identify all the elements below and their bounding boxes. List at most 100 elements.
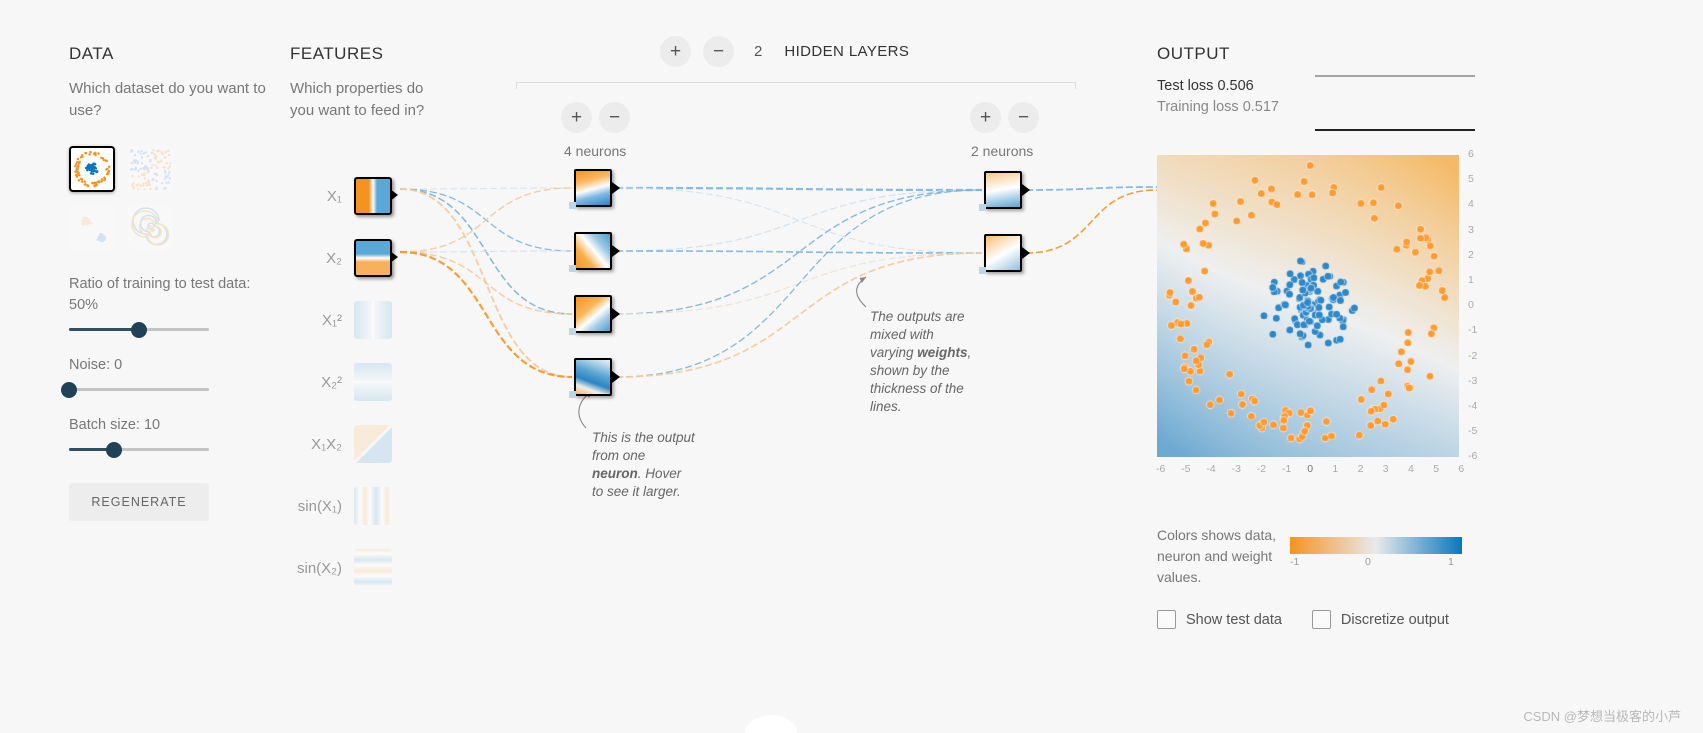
- x-tick-2: 2: [1357, 463, 1364, 475]
- dataset-circle[interactable]: [69, 146, 115, 192]
- y-tick-5: 5: [1468, 173, 1474, 186]
- hidden2-neuron-1[interactable]: [984, 171, 1022, 209]
- feature-thumb-sinx2[interactable]: [354, 549, 392, 587]
- slider-knob-0[interactable]: [131, 321, 147, 338]
- output-column: OUTPUT: [1157, 44, 1230, 64]
- hidden2-neuron-1-arrow: [1022, 184, 1030, 196]
- hidden2-neuron-1-bias[interactable]: [979, 204, 986, 211]
- hidden-layers-divider: [516, 82, 1076, 89]
- annot-w-bold: weights: [917, 345, 968, 360]
- watermark: CSDN @梦想当极客的小芦: [1523, 709, 1681, 724]
- hidden2-neuron-2[interactable]: [984, 234, 1022, 272]
- data-title: DATA: [69, 44, 114, 63]
- y-tick--5: -5: [1468, 425, 1478, 438]
- hidden1-neuron-3-arrow: [612, 308, 620, 320]
- feature-label-x1sq: X₁²: [321, 311, 342, 329]
- output-checkboxes: Show test data Discretize output: [1157, 610, 1449, 629]
- slider-track-0[interactable]: [69, 321, 209, 338]
- slider-label-2: Batch size: 10: [69, 417, 161, 433]
- layer2-remove-neuron-button[interactable]: −: [1008, 102, 1039, 133]
- remove-layer-button[interactable]: −: [703, 36, 734, 67]
- annot-w-l5: thickness of the: [870, 381, 964, 396]
- slider-knob-2[interactable]: [105, 441, 122, 458]
- test-loss-value: 0.506: [1217, 78, 1254, 94]
- hidden-layer-count: 2: [754, 43, 763, 60]
- annot-neuron-l1: This is the output: [592, 430, 695, 445]
- feature-row-sinx2[interactable]: sin(X₂): [290, 548, 392, 588]
- feature-label-x2: X₂: [326, 249, 342, 267]
- sliders-group: Ratio of training to test data: 50% Noise…: [61, 274, 269, 458]
- hidden1-neuron-3[interactable]: [574, 295, 612, 333]
- annot-neuron-bold: neuron: [592, 466, 638, 481]
- feature-label-x1: X₁: [326, 187, 342, 205]
- hidden1-neuron-2-bias[interactable]: [569, 265, 576, 272]
- hidden1-neuron-1[interactable]: [574, 169, 612, 207]
- hidden2-neuron-2-arrow: [1022, 247, 1030, 259]
- slider-track-1[interactable]: [61, 381, 209, 398]
- x-tick--4: -4: [1206, 463, 1216, 475]
- legend-tick-0: -1: [1290, 556, 1300, 568]
- training-loss-label: Training loss: [1157, 99, 1239, 115]
- hidden2-neuron-2-bias[interactable]: [979, 267, 986, 274]
- regenerate-button[interactable]: REGENERATE: [69, 483, 209, 521]
- hidden1-neuron-4-arrow: [612, 371, 620, 383]
- dataset-spiral[interactable]: [127, 204, 173, 250]
- hidden1-neuron-4[interactable]: [574, 358, 612, 396]
- feature-thumb-x1x2[interactable]: [354, 425, 392, 463]
- training-loss-value: 0.517: [1242, 99, 1279, 115]
- layer2-add-neuron-button[interactable]: +: [970, 102, 1001, 133]
- slider-fill-0: [69, 328, 139, 331]
- slider-knob-1[interactable]: [61, 381, 77, 398]
- feature-row-x1x2[interactable]: X₁X₂: [290, 424, 392, 464]
- y-tick-2: 2: [1468, 248, 1474, 261]
- slider-label-1: Noise: 0: [69, 357, 123, 373]
- legend-tick-2: 1: [1448, 556, 1454, 568]
- output-heatmap[interactable]: [1157, 155, 1459, 457]
- slider-track-2[interactable]: [69, 441, 209, 458]
- y-tick-0: 0: [1468, 299, 1474, 312]
- loss-sparkline: [1315, 75, 1475, 131]
- feature-arrow-x1: [390, 189, 398, 201]
- layer1-neuron-count: 4 neurons: [564, 143, 627, 159]
- checkbox-discretize-output[interactable]: Discretize output: [1311, 610, 1449, 629]
- dataset-gauss[interactable]: [69, 204, 115, 250]
- feature-thumb-x1[interactable]: [354, 177, 392, 215]
- annot-w-l4: shown by the: [870, 363, 950, 378]
- show-test-data-box[interactable]: [1157, 610, 1176, 629]
- feature-row-x1sq[interactable]: X₁²: [290, 300, 392, 340]
- bottom-nub: [745, 715, 797, 733]
- feature-thumb-x1sq[interactable]: [354, 301, 392, 339]
- hidden1-neuron-4-bias[interactable]: [569, 391, 576, 398]
- add-layer-button[interactable]: +: [660, 36, 691, 67]
- annot-w-l3b: ,: [967, 345, 972, 360]
- feature-thumb-x2sq[interactable]: [354, 363, 392, 401]
- feature-label-sinx1: sin(X₁): [297, 497, 342, 515]
- hidden1-neuron-1-arrow: [612, 182, 620, 194]
- x-tick-6: 6: [1458, 463, 1465, 475]
- discretize-output-box[interactable]: [1311, 610, 1331, 629]
- playground-root: DATA Which dataset do you want to use? R…: [0, 0, 1703, 733]
- legend-text: Colors shows data, neuron and weight val…: [1157, 527, 1277, 585]
- x-tick--5: -5: [1181, 463, 1191, 475]
- annotation-neuron: This is the output from one neuron. Hove…: [592, 429, 712, 501]
- feature-row-x2sq[interactable]: X₂²: [290, 362, 392, 402]
- x-tick-5: 5: [1433, 463, 1440, 475]
- layer1-remove-neuron-button[interactable]: −: [599, 102, 630, 133]
- hidden1-neuron-2[interactable]: [574, 232, 612, 270]
- feature-row-x2[interactable]: X₂: [290, 238, 392, 278]
- feature-thumb-x2[interactable]: [354, 239, 392, 277]
- features-column: FEATURES Which properties do you want to…: [290, 44, 440, 122]
- layer1-add-neuron-button[interactable]: +: [561, 102, 592, 133]
- y-tick-6: 6: [1468, 148, 1474, 160]
- output-y-axis: 6 5 4 3 2 1 0 -1 -2 -3 -4 -5 -6: [1464, 148, 1488, 464]
- hidden1-neuron-1-bias[interactable]: [569, 202, 576, 209]
- features-title: FEATURES: [290, 44, 384, 63]
- dataset-xor[interactable]: [127, 146, 173, 192]
- slider-0: Ratio of training to test data: 50%: [69, 274, 269, 338]
- checkbox-show-test-data[interactable]: Show test data: [1157, 610, 1282, 629]
- feature-thumb-sinx1[interactable]: [354, 487, 392, 525]
- x-tick-3: 3: [1382, 463, 1389, 475]
- feature-row-x1[interactable]: X₁: [290, 176, 392, 216]
- feature-row-sinx1[interactable]: sin(X₁): [290, 486, 392, 526]
- hidden1-neuron-3-bias[interactable]: [569, 328, 576, 335]
